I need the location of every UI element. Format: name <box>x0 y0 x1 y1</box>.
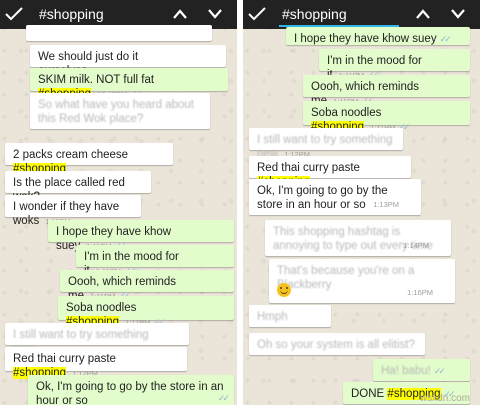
message-bubble[interactable]: I'm in the mood for it1:11PM✓✓ <box>319 49 470 81</box>
message-bubble[interactable]: SKIM milk. NOT full fat #shopping12:46PM… <box>30 68 228 100</box>
search-bar: #shopping <box>243 0 480 29</box>
message-bubble[interactable]: Soba noodles #shopping1:11PM✓✓ <box>303 101 470 133</box>
smiley-emoji-icon <box>277 283 291 297</box>
chevron-down-icon[interactable] <box>450 8 466 20</box>
message-bubble[interactable]: Hmph <box>249 305 331 327</box>
search-input[interactable]: #shopping <box>36 3 156 27</box>
message-text-part: Red thai curry paste <box>13 353 116 365</box>
right-chat-panel: #shopping I hope they have khow suey ✓✓ I'… <box>243 0 480 405</box>
message-text: I hope they have khow suey <box>294 33 437 45</box>
message-text-part: Soba noodles <box>66 302 137 314</box>
message-bubble[interactable]: Red thai curry paste #shopping1:12PM <box>5 347 187 379</box>
watermark: wsxdn.com <box>419 393 470 404</box>
message-timestamp: 1:16PM <box>407 288 433 297</box>
message-text: So what have you heard about this Red Wo… <box>38 99 195 125</box>
done-check-icon[interactable] <box>5 6 23 22</box>
message-bubble[interactable]: 2 packs cream cheese #shopping <box>5 143 173 175</box>
message-text-part: DONE <box>351 388 388 400</box>
message-timestamp: 1:14PM <box>403 241 429 250</box>
done-check-icon[interactable] <box>248 6 266 22</box>
message-bubble[interactable]: Is the place called red wok?1:11PM <box>5 171 151 203</box>
message-timestamp: 1:13PM <box>373 200 399 209</box>
message-text-part: Red thai curry paste <box>257 162 360 174</box>
message-text-part: 2 packs cream cheese <box>13 149 129 161</box>
message-bubble[interactable]: I wonder if they have woks1:11PM <box>5 195 141 227</box>
read-ticks-icon: ✓✓ <box>433 366 446 376</box>
message-bubble[interactable]: Oh so your system is all elitist? <box>249 333 425 355</box>
message-bubble[interactable]: Oooh, which reminds me1:11PM✓✓ <box>60 270 234 302</box>
left-chat-panel: #shopping We should just do it ourselves… <box>0 0 237 405</box>
read-ticks-icon: ✓✓ <box>217 393 230 403</box>
message-bubble[interactable]: I hope they have khow suey ✓✓ <box>286 27 470 45</box>
read-ticks-icon: ✓✓ <box>439 34 452 44</box>
chevron-down-icon[interactable] <box>207 8 223 20</box>
message-text: Hmph <box>257 311 288 323</box>
message-bubble-cutoff <box>26 25 212 41</box>
message-bubble[interactable]: I still want to try something new1:12PM <box>5 323 189 355</box>
message-bubble[interactable]: Ok, I'm going to go by the store in an h… <box>28 375 234 405</box>
chevron-up-icon[interactable] <box>415 8 431 20</box>
search-query: #shopping <box>39 6 104 22</box>
message-bubble[interactable]: We should just do it ourselves12:46PM <box>30 45 226 77</box>
message-bubble[interactable]: So what have you heard about this Red Wo… <box>30 93 210 129</box>
message-bubble[interactable]: I still want to try something new1:12PM <box>249 128 403 160</box>
message-bubble[interactable]: Ok, I'm going to go by the store in an h… <box>249 179 421 215</box>
message-bubble[interactable]: That's because you're on a Blackberry 1:1… <box>269 259 455 303</box>
message-bubble[interactable]: This shopping hashtag is annoying to typ… <box>265 220 451 256</box>
search-query: #shopping <box>282 6 347 22</box>
message-text: Ha! babu! <box>381 365 431 377</box>
message-text: Ok, I'm going to go by the store in an h… <box>36 381 224 405</box>
message-bubble[interactable]: Ha! babu! ✓✓ <box>373 359 470 381</box>
search-input[interactable]: #shopping <box>279 3 399 27</box>
message-bubble[interactable]: I'm in the mood for it1:11PM✓✓ <box>76 245 234 277</box>
message-text-part: SKIM milk. NOT full fat <box>38 74 155 86</box>
message-bubble[interactable]: Oooh, which reminds me1:11PM✓✓ <box>303 75 470 107</box>
message-text: Oh so your system is all elitist? <box>257 339 415 351</box>
chevron-up-icon[interactable] <box>172 8 188 20</box>
message-bubble[interactable]: Red thai curry paste #shopping1:12PM <box>249 156 411 188</box>
message-bubble[interactable]: Soba noodles #shopping1:11PM✓✓ <box>58 296 234 328</box>
message-text-part: Soba noodles <box>311 107 382 119</box>
message-bubble[interactable]: I hope they have khow suey1:11PM✓✓ <box>48 220 234 252</box>
